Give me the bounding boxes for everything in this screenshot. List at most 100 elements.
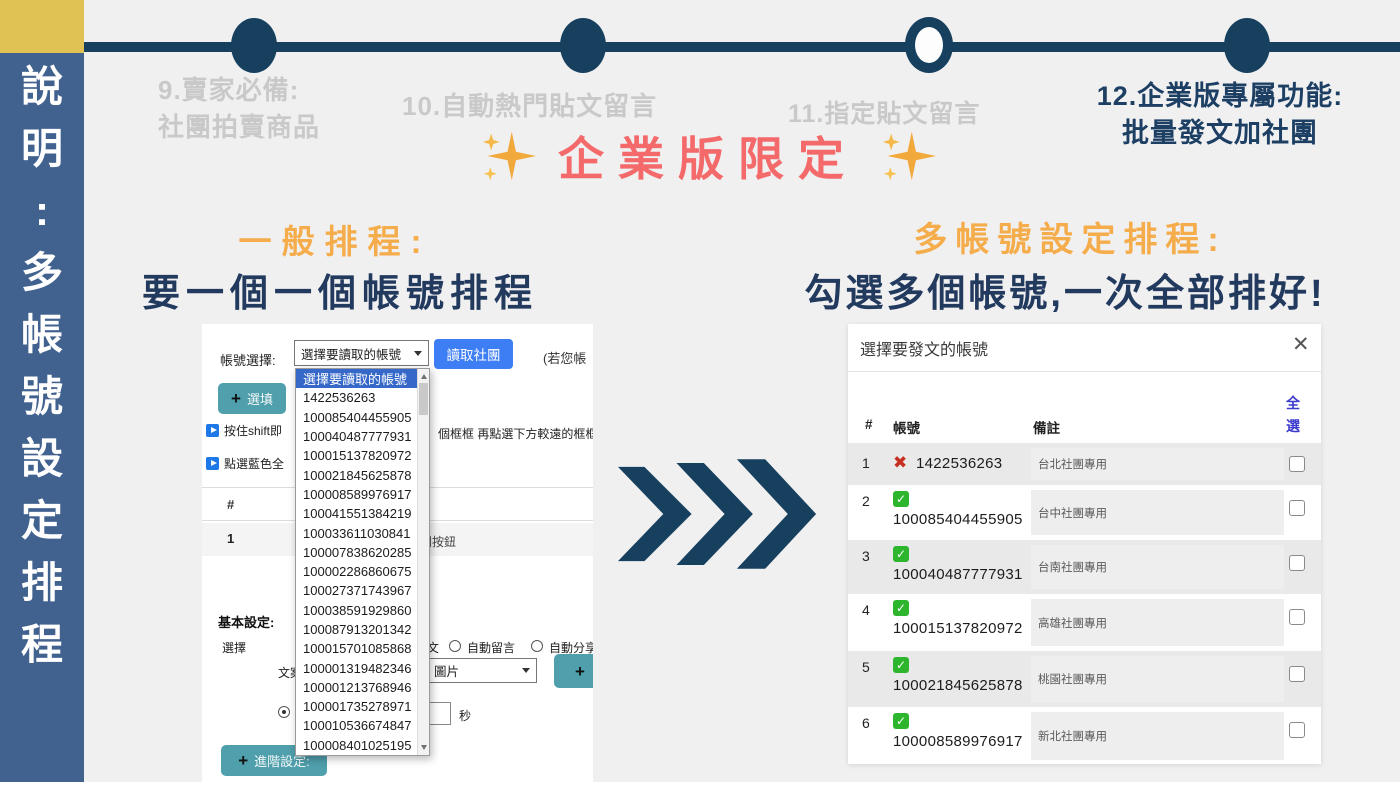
banner-title: 企業版限定 xyxy=(558,123,858,189)
row-checkbox[interactable] xyxy=(1289,609,1305,625)
scroll-thumb[interactable] xyxy=(419,383,428,415)
right-column-heading: 多帳號設定排程: xyxy=(750,212,1390,261)
timeline-dot-10 xyxy=(560,18,606,73)
optional-fill-button[interactable]: + 選填 xyxy=(218,383,286,414)
divider xyxy=(848,371,1321,372)
triple-chevron-right-icon xyxy=(618,458,818,570)
account-note: 新北社團專用 xyxy=(1031,712,1284,760)
dropdown-option[interactable]: 100001213768946 xyxy=(296,678,429,697)
slide-canvas: 說明:多帳號設定排程 9.賣家必備: 社團拍賣商品 10.自動熱門貼文留言 11… xyxy=(0,0,1400,788)
account-number: 100040487777931 xyxy=(893,566,1023,583)
account-note: 台中社團專用 xyxy=(1031,490,1284,535)
account-select[interactable]: 選擇要讀取的帳號 xyxy=(294,340,429,366)
timeline-step-10: 10.自動熱門貼文留言 xyxy=(402,86,657,123)
row-checkbox[interactable] xyxy=(1289,666,1305,682)
account-note: 桃園社團專用 xyxy=(1031,656,1284,702)
plus-icon: + xyxy=(238,752,248,769)
dropdown-option[interactable]: 100007838620285 xyxy=(296,543,429,562)
dropdown-option[interactable]: 100027371743967 xyxy=(296,581,429,600)
dropdown-option[interactable]: 100087913201342 xyxy=(296,620,429,639)
row-number: 5 xyxy=(862,659,870,675)
select-all-link[interactable]: 全選 xyxy=(1286,392,1302,438)
table-row: 6✓100008589976917新北社團專用 xyxy=(848,707,1321,764)
interval-radio[interactable] xyxy=(278,706,290,718)
plus-icon: + xyxy=(575,663,585,680)
timeline-dot-9 xyxy=(231,18,277,73)
dropdown-option[interactable]: 1422536263 xyxy=(296,388,429,407)
sidebar-title-char: 帳 xyxy=(21,314,63,356)
table-row-number: 1 xyxy=(227,531,234,546)
table-row: 1✖1422536263台北社團專用 xyxy=(848,443,1321,485)
account-note: 高雄社團專用 xyxy=(1031,599,1284,646)
read-groups-button[interactable]: 讀取社團 xyxy=(434,339,513,369)
sidebar-title-char: 號 xyxy=(21,376,63,418)
account-number: 1422536263 xyxy=(916,455,1002,472)
left-column-subheading: 要一個一個帳號排程 xyxy=(60,262,620,317)
dropdown-option[interactable]: 100021845625878 xyxy=(296,465,429,484)
dropdown-option[interactable]: 100085404455905 xyxy=(296,408,429,427)
dropdown-option[interactable]: 100002286860675 xyxy=(296,562,429,581)
sparkle-icon xyxy=(880,126,936,186)
check-icon: ✓ xyxy=(893,546,909,562)
left-column-heading: 一般排程: xyxy=(90,215,580,263)
step-12-line1: 12.企業版專屬功能: xyxy=(1040,78,1400,115)
table-row: 2✓100085404455905台中社團專用 xyxy=(848,485,1321,540)
dropdown-option[interactable]: 100008401025195 xyxy=(296,736,429,755)
dropdown-option[interactable]: 100015701085868 xyxy=(296,639,429,658)
basic-settings-label: 基本設定: xyxy=(218,612,274,631)
hint-shift-text: 按住shift即 xyxy=(224,422,282,439)
dropdown-option[interactable]: 100001319482346 xyxy=(296,658,429,677)
content-type-value: 圖片 xyxy=(434,661,459,680)
table-row: 4✓100015137820972高雄社團專用 xyxy=(848,594,1321,651)
content-type-select[interactable]: 圖片 xyxy=(427,658,537,683)
dropdown-option[interactable]: 100038591929860 xyxy=(296,601,429,620)
dropdown-scrollbar[interactable] xyxy=(417,369,429,755)
row-checkbox[interactable] xyxy=(1289,722,1305,738)
dropdown-option[interactable]: 100040487777931 xyxy=(296,427,429,446)
row-checkbox[interactable] xyxy=(1289,555,1305,571)
play-icon xyxy=(206,457,219,470)
scroll-down-icon[interactable] xyxy=(421,745,427,750)
auto-share-radio[interactable] xyxy=(531,640,543,652)
sidebar-title-char: 設 xyxy=(21,438,63,480)
dropdown-option[interactable]: 100001735278971 xyxy=(296,697,429,716)
close-icon[interactable]: ✕ xyxy=(1292,332,1310,357)
account-note: 台北社團專用 xyxy=(1031,448,1284,480)
hint-shift: 按住shift即 xyxy=(206,422,282,439)
scroll-up-icon[interactable] xyxy=(421,374,427,379)
dropdown-option-placeholder[interactable]: 選擇要讀取的帳號 xyxy=(296,369,429,388)
timeline-dot-12 xyxy=(1224,18,1270,73)
dropdown-option[interactable]: 100010536674847 xyxy=(296,716,429,735)
dropdown-option[interactable]: 100008589976917 xyxy=(296,485,429,504)
dropdown-option[interactable]: 100033611030841 xyxy=(296,523,429,542)
column-header-account: 帳號 xyxy=(893,417,920,437)
auto-comment-label: 自動留言 xyxy=(467,639,515,656)
timeline-step-12: 12.企業版專屬功能: 批量發文加社團 xyxy=(1040,78,1400,152)
hint-blue: 點選藍色全 xyxy=(206,455,284,472)
account-select-value: 選擇要讀取的帳號 xyxy=(301,344,401,363)
sidebar-title-char: : xyxy=(35,190,49,232)
table-row: 5✓100021845625878桃園社團專用 xyxy=(848,651,1321,707)
sidebar-title-char: 排 xyxy=(21,562,63,604)
hint-shift-text-right: 個框框 再點選下方較遠的框框 xyxy=(438,425,593,442)
dropdown-option[interactable]: 100015137820972 xyxy=(296,446,429,465)
sidebar-title-char: 定 xyxy=(21,500,63,542)
timeline-step-9: 9.賣家必備: 社團拍賣商品 xyxy=(158,72,320,146)
sidebar-title-char: 程 xyxy=(21,624,63,666)
add-content-button[interactable]: + xyxy=(554,654,593,688)
row-number: 4 xyxy=(862,602,870,618)
play-icon xyxy=(206,424,219,437)
chevron-down-icon xyxy=(522,668,530,673)
sidebar-vertical-title: 說明:多帳號設定排程 xyxy=(0,66,84,666)
account-note-fragment: (若您帳 xyxy=(543,348,586,367)
optional-fill-label: 選填 xyxy=(247,389,273,408)
step-9-line1: 9.賣家必備: xyxy=(158,72,320,109)
row-checkbox[interactable] xyxy=(1289,500,1305,516)
account-number: 100021845625878 xyxy=(893,677,1023,694)
dropdown-option[interactable]: 100041551384219 xyxy=(296,504,429,523)
auto-comment-radio[interactable] xyxy=(449,640,461,652)
sidebar-title-char: 多 xyxy=(21,252,63,294)
sidebar-gold-block xyxy=(0,0,84,53)
table-row: 3✓100040487777931台南社團專用 xyxy=(848,540,1321,594)
row-checkbox[interactable] xyxy=(1289,456,1305,472)
